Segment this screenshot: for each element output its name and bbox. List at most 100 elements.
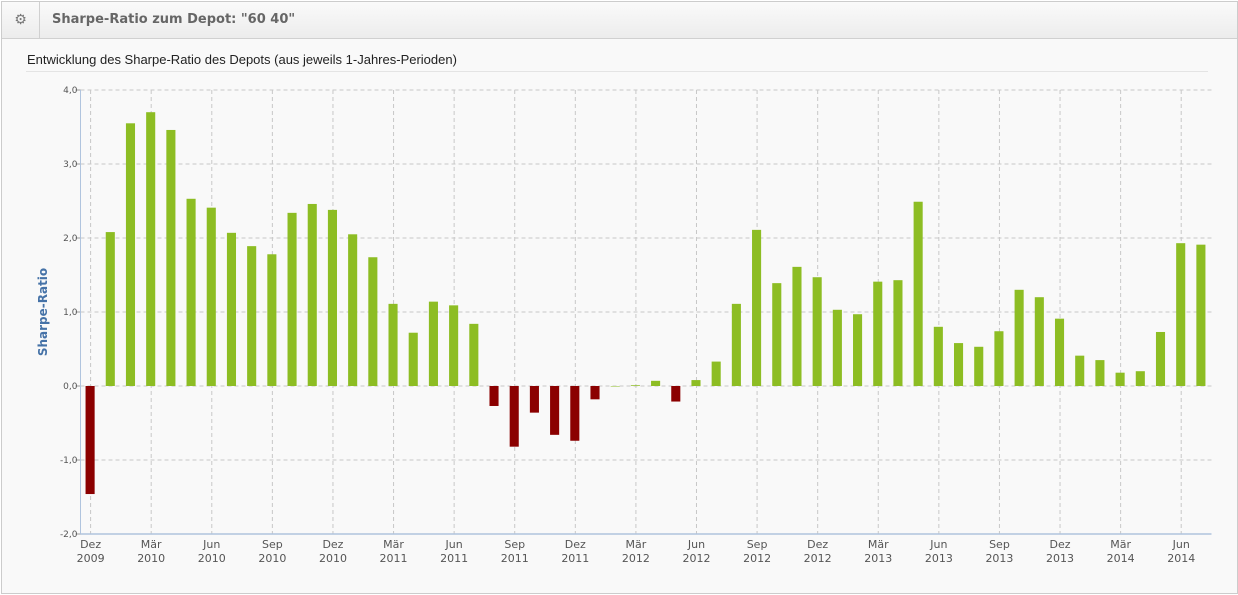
bar bbox=[166, 129, 176, 386]
bar bbox=[1176, 243, 1186, 386]
bar bbox=[1054, 318, 1065, 386]
x-tick-label: Dez bbox=[322, 538, 343, 551]
y-tick-label: 1,0 bbox=[63, 308, 78, 318]
x-tick-label: Sep bbox=[262, 538, 283, 551]
x-tick-label: Mär bbox=[626, 538, 647, 551]
y-tick-label: 4,0 bbox=[63, 86, 78, 96]
x-tick-label: 2011 bbox=[440, 552, 468, 565]
bar bbox=[125, 123, 136, 387]
bar bbox=[226, 232, 237, 386]
x-tick-label: 2013 bbox=[864, 552, 892, 565]
x-tick-label: Mär bbox=[1110, 538, 1131, 551]
bar bbox=[974, 346, 984, 386]
x-tick-label: 2009 bbox=[77, 552, 105, 565]
bar bbox=[509, 386, 519, 447]
x-tick-label: 2013 bbox=[925, 552, 953, 565]
bar bbox=[731, 303, 741, 386]
bar bbox=[1155, 331, 1166, 386]
x-tick-label: Mär bbox=[141, 538, 162, 551]
x-tick-label: Dez bbox=[1050, 538, 1071, 551]
bar bbox=[610, 386, 620, 387]
bar bbox=[570, 386, 580, 441]
x-tick-label: 2012 bbox=[743, 552, 771, 565]
bar bbox=[893, 280, 903, 386]
bar bbox=[651, 380, 661, 386]
y-tick-label: 2,0 bbox=[63, 234, 78, 244]
bar bbox=[1196, 244, 1206, 386]
bar bbox=[428, 301, 438, 386]
bar bbox=[287, 212, 297, 386]
x-tick-label: 2014 bbox=[1167, 552, 1195, 565]
y-tick-label: -2,0 bbox=[60, 530, 78, 540]
x-tick-label: Jun bbox=[445, 538, 463, 551]
bar bbox=[1115, 372, 1125, 386]
bar bbox=[590, 386, 600, 400]
bar bbox=[812, 277, 822, 386]
x-tick-label: 2010 bbox=[258, 552, 286, 565]
bar bbox=[307, 203, 317, 386]
bar bbox=[267, 254, 277, 386]
x-tick-label: 2011 bbox=[561, 552, 589, 565]
bar bbox=[1095, 360, 1105, 386]
bar bbox=[1014, 289, 1024, 386]
x-tick-label: Mär bbox=[383, 538, 404, 551]
y-tick-label: -1,0 bbox=[60, 456, 78, 466]
bar bbox=[529, 386, 539, 413]
bar bbox=[206, 207, 216, 386]
bar bbox=[691, 380, 701, 386]
y-tick-label: 3,0 bbox=[63, 160, 78, 170]
bar bbox=[146, 112, 156, 386]
x-tick-label: 2012 bbox=[682, 552, 710, 565]
bar bbox=[368, 257, 378, 386]
bar bbox=[105, 232, 115, 386]
bar bbox=[671, 386, 681, 402]
x-tick-label: Dez bbox=[807, 538, 828, 551]
bar bbox=[853, 314, 863, 386]
bar bbox=[994, 331, 1004, 386]
x-tick-label: 2010 bbox=[198, 552, 226, 565]
x-tick-label: 2011 bbox=[380, 552, 408, 565]
x-tick-label: Sep bbox=[504, 538, 525, 551]
x-tick-label: 2014 bbox=[1107, 552, 1135, 565]
bar bbox=[832, 309, 842, 386]
x-tick-label: Dez bbox=[565, 538, 586, 551]
bar bbox=[348, 234, 358, 386]
bar bbox=[550, 386, 560, 435]
x-tick-label: Sep bbox=[747, 538, 768, 551]
bar bbox=[186, 198, 196, 386]
bar bbox=[1034, 297, 1044, 386]
x-tick-label: Jun bbox=[687, 538, 705, 551]
bar bbox=[408, 332, 418, 386]
x-tick-label: Jun bbox=[1172, 538, 1190, 551]
x-tick-label: 2013 bbox=[1046, 552, 1074, 565]
x-tick-label: 2012 bbox=[804, 552, 832, 565]
bar bbox=[489, 386, 499, 406]
bar bbox=[711, 361, 721, 386]
x-tick-label: Mär bbox=[868, 538, 889, 551]
chart: -2,0-1,00,01,02,03,04,0Dez2009Mär2010Jun… bbox=[36, 86, 1212, 565]
bar bbox=[469, 323, 479, 386]
bar bbox=[792, 266, 802, 386]
bar bbox=[873, 281, 883, 386]
bar bbox=[630, 385, 640, 386]
x-tick-label: 2011 bbox=[501, 552, 529, 565]
bar bbox=[913, 201, 923, 386]
x-tick-label: Sep bbox=[989, 538, 1010, 551]
y-axis-label: Sharpe-Ratio bbox=[36, 268, 50, 356]
bar bbox=[1075, 355, 1085, 386]
bar bbox=[327, 209, 337, 386]
bar bbox=[85, 386, 95, 495]
bar bbox=[449, 305, 459, 386]
x-tick-label: Jun bbox=[202, 538, 220, 551]
bar bbox=[752, 229, 762, 386]
x-tick-label: 2013 bbox=[985, 552, 1013, 565]
bar bbox=[1135, 371, 1145, 386]
bar bbox=[772, 283, 782, 386]
y-tick-label: 0,0 bbox=[63, 382, 78, 392]
x-tick-label: Dez bbox=[80, 538, 101, 551]
x-tick-label: 2012 bbox=[622, 552, 650, 565]
bar bbox=[953, 343, 964, 386]
bar bbox=[933, 326, 943, 386]
x-tick-label: 2010 bbox=[319, 552, 347, 565]
x-tick-label: Jun bbox=[929, 538, 947, 551]
